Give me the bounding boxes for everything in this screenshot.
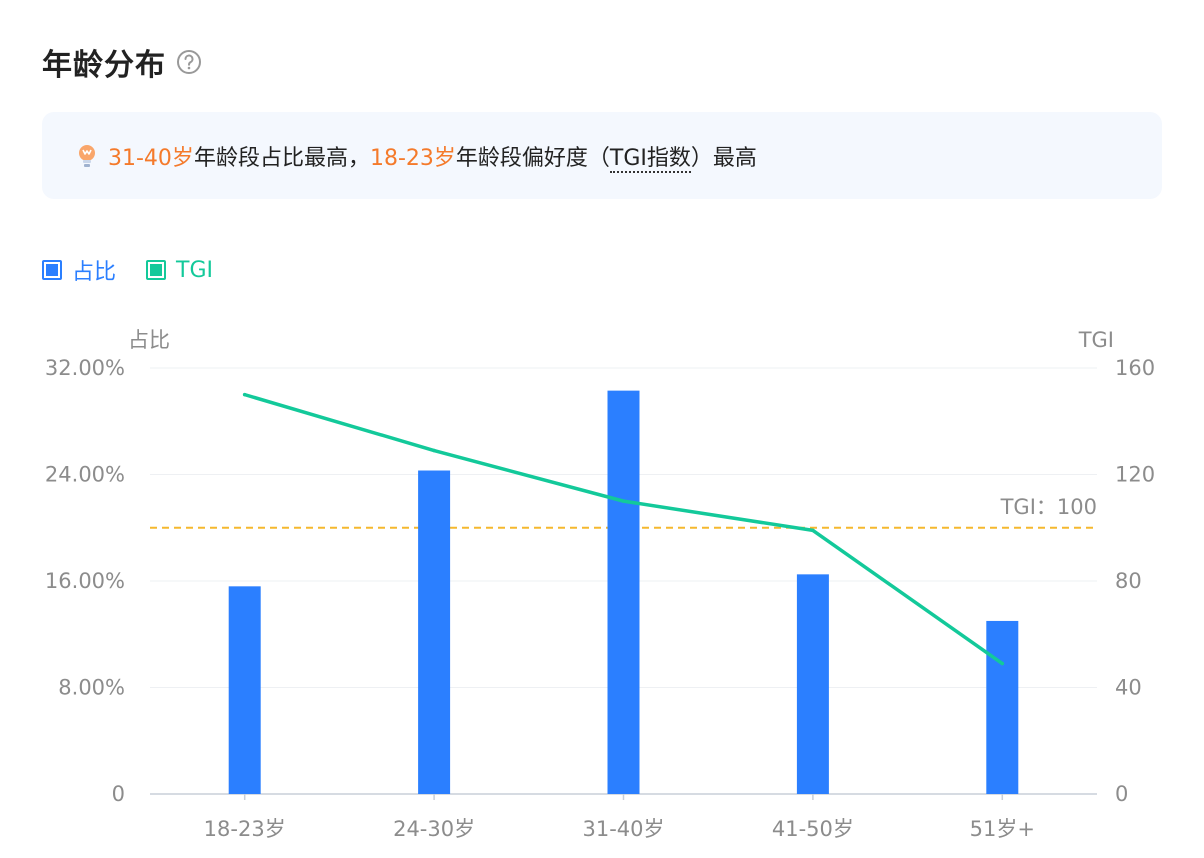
right-tick-label: 120 <box>1115 463 1155 487</box>
tgi-point-0 <box>242 392 247 397</box>
right-tick-label: 0 <box>1115 782 1128 806</box>
left-tick-label: 32.00% <box>45 356 125 380</box>
left-axis-title: 占比 <box>128 328 170 352</box>
tgi-point-3 <box>811 528 815 533</box>
left-tick-label: 0 <box>112 782 125 806</box>
right-axis-title: TGI <box>1078 328 1114 352</box>
left-tick-label: 8.00% <box>58 676 125 700</box>
left-tick-label: 24.00% <box>45 463 125 487</box>
bar-share-4 <box>986 620 1019 794</box>
x-tick-label: 31-40岁 <box>582 817 664 841</box>
bar-share-0 <box>228 586 261 794</box>
right-tick-label: 80 <box>1115 569 1142 593</box>
right-tick-label: 160 <box>1115 356 1155 380</box>
tgi-reference-label: TGI：100 <box>1000 495 1097 519</box>
bar-share-2 <box>607 390 640 794</box>
left-tick-label: 16.00% <box>45 569 125 593</box>
bar-share-1 <box>418 470 451 794</box>
tgi-point-4 <box>1000 661 1005 666</box>
age-distribution-chart: 0 0 8.00% 40 16.00% 80 24.00% 120 32.00% 160 占比 TGI… <box>45 328 1155 841</box>
tgi-point-1 <box>432 448 436 453</box>
right-tick-label: 40 <box>1115 676 1142 700</box>
x-tick-label: 18-23岁 <box>204 817 286 841</box>
bar-share-3 <box>796 574 829 794</box>
x-tick-label: 41-50岁 <box>772 817 854 841</box>
x-tick-label: 51岁+ <box>970 817 1035 841</box>
tgi-point-2 <box>621 499 626 503</box>
x-tick-label: 24-30岁 <box>393 817 475 841</box>
